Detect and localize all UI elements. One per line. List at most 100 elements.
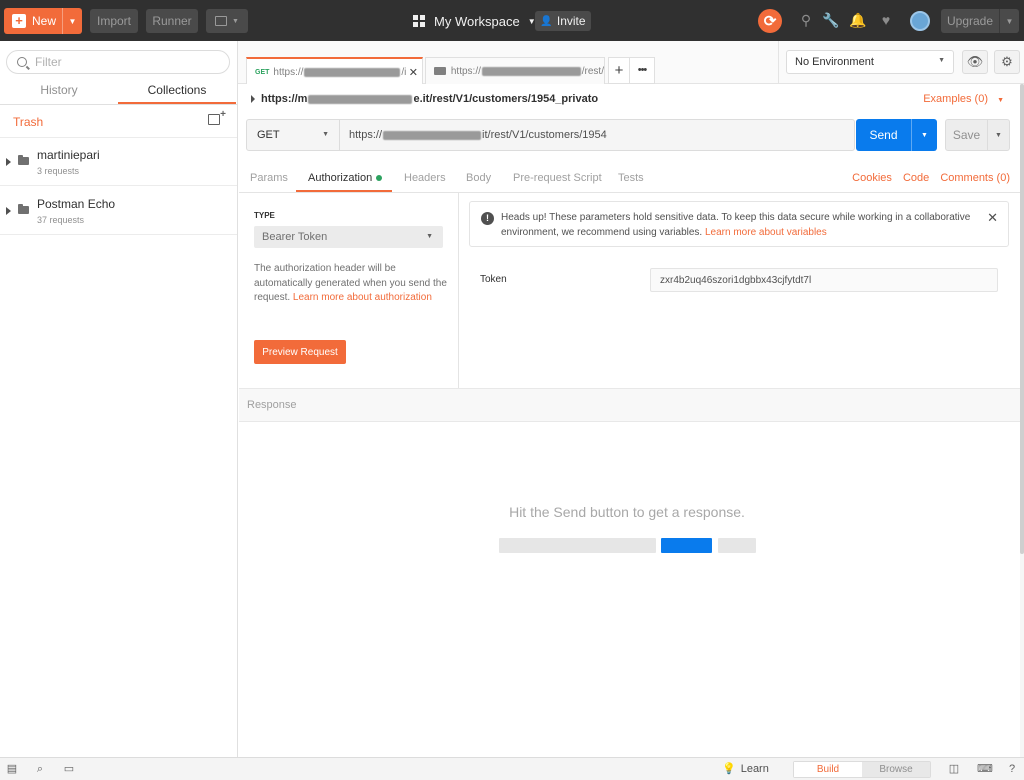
build-tab[interactable]: Build xyxy=(794,762,862,777)
sync-icon[interactable]: ⟳ xyxy=(758,9,782,33)
search-icon xyxy=(17,57,27,67)
console-icon[interactable]: ▭ xyxy=(63,763,75,775)
expand-arrow-icon[interactable] xyxy=(6,207,11,215)
tab-body[interactable]: Body xyxy=(466,172,491,184)
examples-label: Examples (0) xyxy=(923,93,988,105)
placeholder-bar xyxy=(499,538,656,553)
expand-arrow-icon[interactable] xyxy=(6,158,11,166)
method-tag: GET xyxy=(255,68,270,76)
import-button[interactable]: Import xyxy=(90,9,138,33)
redacted-text xyxy=(383,130,482,140)
preview-request-button[interactable]: Preview Request xyxy=(254,340,346,364)
token-input[interactable]: zxr4b2uq46szori1dgbbx43cjfytdt7l xyxy=(650,268,998,292)
cookies-link[interactable]: Cookies xyxy=(852,172,892,184)
tab-url-suffix: /rest/ xyxy=(581,65,604,77)
folder-icon xyxy=(18,155,29,165)
method-label: GET xyxy=(257,129,280,141)
code-link[interactable]: Code xyxy=(903,172,929,184)
new-collection-icon[interactable] xyxy=(208,109,226,125)
response-label: Response xyxy=(247,399,297,411)
learn-more-variables-link[interactable]: Learn more about variables xyxy=(705,227,827,238)
close-icon[interactable]: ✕ xyxy=(408,66,418,79)
path-suffix: e.it/rest/V1/customers/1954_privato xyxy=(413,93,599,105)
auth-type-select[interactable]: Bearer Token ▼ xyxy=(254,226,443,248)
tab-headers[interactable]: Headers xyxy=(404,172,446,184)
new-window-button[interactable]: ▼ xyxy=(206,9,248,33)
bell-icon[interactable]: 🔔 xyxy=(849,12,867,29)
heart-icon[interactable]: ♥ xyxy=(877,12,895,28)
learn-more-auth-link[interactable]: Learn more about authorization xyxy=(293,292,432,303)
new-button[interactable]: + New ▼ xyxy=(4,8,82,34)
invite-button[interactable]: 👤 Invite xyxy=(535,11,591,31)
add-tab-button[interactable]: + xyxy=(608,57,630,84)
wrench-icon[interactable]: 🔧 xyxy=(822,12,840,29)
tab-authorization[interactable]: Authorization xyxy=(308,172,383,184)
chevron-down-icon[interactable]: ▼ xyxy=(911,119,937,151)
send-button[interactable]: Send ▼ xyxy=(856,119,937,151)
redacted-text xyxy=(304,67,401,77)
workspace-label: My Workspace xyxy=(434,13,520,29)
new-button-label: New xyxy=(32,14,57,28)
chevron-down-icon[interactable]: ▼ xyxy=(987,120,1009,150)
sidebar-toggle-icon[interactable]: ▤ xyxy=(6,763,18,775)
scrollbar-thumb[interactable] xyxy=(1020,84,1024,554)
collection-count: 3 requests xyxy=(37,166,80,176)
request-path[interactable]: https://m e.it/rest/V1/customers/1954_pr… xyxy=(251,93,598,105)
request-subtabs: Params Authorization Headers Body Pre-re… xyxy=(239,167,1020,193)
placeholder-bar-blue xyxy=(661,538,712,553)
heads-up-banner: ! Heads up! These parameters hold sensit… xyxy=(469,201,1009,247)
scrollbar[interactable] xyxy=(1020,84,1024,757)
chevron-down-icon[interactable]: ▼ xyxy=(999,9,1019,33)
eye-icon[interactable]: 👁 xyxy=(962,50,988,74)
comments-link[interactable]: Comments (0) xyxy=(940,172,1010,184)
environment-select[interactable]: No Environment ▼ xyxy=(786,50,954,74)
tab-tests[interactable]: Tests xyxy=(618,172,644,184)
url-suffix: it/rest/V1/customers/1954 xyxy=(482,129,607,141)
save-button[interactable]: Save ▼ xyxy=(945,119,1010,151)
tab-history[interactable]: History xyxy=(0,81,118,104)
request-tab[interactable]: https:// /rest/ xyxy=(425,57,605,84)
learn-button[interactable]: 💡 Learn xyxy=(722,762,769,776)
tab-pre-request-script[interactable]: Pre-request Script xyxy=(513,172,602,184)
info-icon: ! xyxy=(481,212,494,225)
upgrade-button[interactable]: Upgrade ▼ xyxy=(941,9,1019,33)
auth-type-panel: TYPE Bearer Token ▼ The authorization he… xyxy=(239,193,459,388)
tab-authorization-label: Authorization xyxy=(308,172,373,184)
token-label: Token xyxy=(480,274,507,285)
chevron-down-icon[interactable]: ▼ xyxy=(62,8,82,34)
tab-params[interactable]: Params xyxy=(250,172,288,184)
gear-icon[interactable]: ⚙ xyxy=(994,50,1020,74)
collection-item[interactable]: Postman Echo 37 requests xyxy=(0,187,237,235)
save-label: Save xyxy=(952,128,981,142)
keyboard-icon[interactable]: ⌨ xyxy=(977,763,993,775)
examples-link[interactable]: Examples (0) ▼ xyxy=(923,93,1004,105)
divider xyxy=(778,41,779,84)
response-header[interactable]: Response xyxy=(239,388,1020,422)
chevron-down-icon: ▼ xyxy=(322,131,329,138)
tab-collections[interactable]: Collections xyxy=(118,81,236,104)
new-window-icon xyxy=(215,16,228,26)
close-icon[interactable]: ✕ xyxy=(987,210,998,226)
request-panel: https://m e.it/rest/V1/customers/1954_pr… xyxy=(239,84,1020,757)
method-select[interactable]: GET ▼ xyxy=(247,120,340,150)
runner-button[interactable]: Runner xyxy=(146,9,198,33)
find-icon[interactable]: ⌕ xyxy=(34,763,46,775)
request-tab-active[interactable]: GET https:// /i ✕ xyxy=(246,57,423,85)
filter-input[interactable]: Filter xyxy=(6,50,230,74)
chevron-down-icon: ▼ xyxy=(997,97,1004,104)
more-tabs-button[interactable]: ••• xyxy=(630,57,655,84)
browse-tab[interactable]: Browse xyxy=(862,762,930,777)
collection-item[interactable]: martiniepari 3 requests xyxy=(0,138,237,186)
sidebar-tabs: History Collections xyxy=(0,81,237,105)
help-icon[interactable]: ? xyxy=(1006,763,1018,775)
build-browse-toggle: Build Browse xyxy=(793,761,931,778)
two-pane-icon[interactable]: ◫ xyxy=(948,763,960,775)
trash-link[interactable]: Trash xyxy=(13,115,43,129)
active-tab-indicator xyxy=(296,190,392,192)
avatar[interactable] xyxy=(910,11,930,31)
url-input[interactable]: https:// it/rest/V1/customers/1954 xyxy=(340,120,854,150)
workspace-selector[interactable]: My Workspace ▼ xyxy=(413,10,536,32)
satellite-icon[interactable]: ⚲ xyxy=(797,12,815,29)
upgrade-label: Upgrade xyxy=(946,14,994,28)
placeholder-bar xyxy=(718,538,756,553)
